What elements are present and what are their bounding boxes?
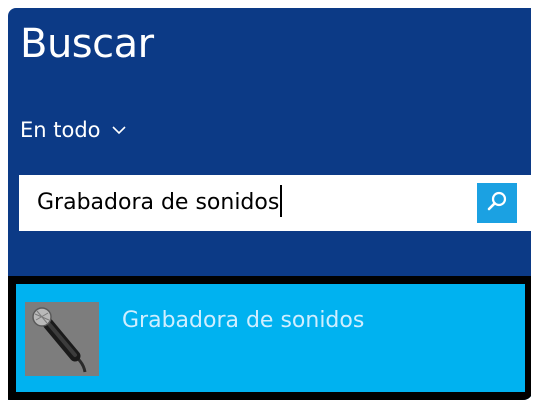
search-result-item[interactable]: Grabadora de sonidos [16,284,525,392]
microphone-icon [25,302,99,376]
search-button[interactable] [477,183,517,223]
search-input-value: Grabadora de sonidos [37,190,280,215]
panel-title: Buscar [20,21,154,67]
chevron-down-icon [111,122,127,138]
search-scope-dropdown[interactable]: En todo [20,116,127,144]
search-results-list: Grabadora de sonidos [8,276,531,400]
search-input[interactable]: Grabadora de sonidos [37,175,283,231]
search-result-label: Grabadora de sonidos [122,308,365,333]
text-caret [280,185,283,217]
search-box: Grabadora de sonidos [19,175,531,231]
search-charm-panel: Buscar En todo Grabadora de sonidos Grab… [8,8,531,400]
search-scope-label: En todo [20,118,101,142]
app-tile [25,302,99,376]
search-icon [486,190,508,217]
window-frame: Buscar En todo Grabadora de sonidos Grab… [0,0,533,400]
